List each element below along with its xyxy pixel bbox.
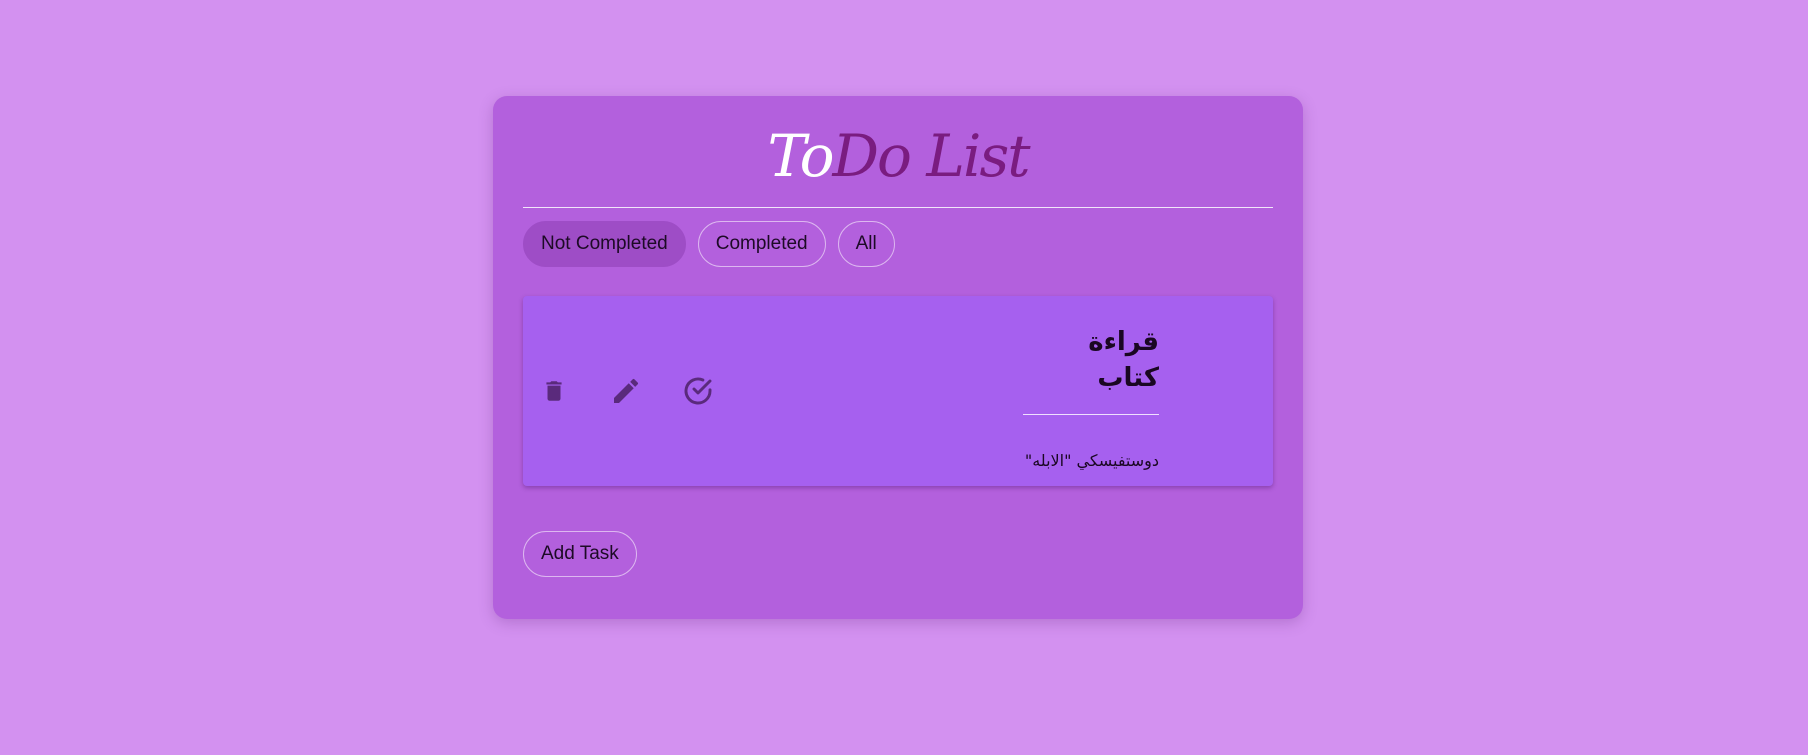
- add-task-row: Add Task: [523, 531, 1273, 577]
- filter-not-completed[interactable]: Not Completed: [523, 221, 686, 267]
- filter-tabs: Not Completed Completed All: [523, 221, 1273, 267]
- edit-button[interactable]: [609, 374, 643, 408]
- delete-button[interactable]: [537, 374, 571, 408]
- add-task-button[interactable]: Add Task: [523, 531, 637, 577]
- app-title-part-b: Do List: [832, 122, 1031, 190]
- task-content: قراءة كتاب دوستفيسكي "الابله": [1023, 324, 1159, 470]
- task-divider: [1023, 414, 1159, 415]
- task-actions: [537, 296, 715, 486]
- trash-icon: [546, 381, 562, 401]
- filter-completed[interactable]: Completed: [697, 221, 826, 267]
- title-divider: [523, 207, 1273, 208]
- app-title: ToDo List: [523, 96, 1273, 192]
- complete-button[interactable]: [681, 374, 715, 408]
- pencil-icon: [614, 378, 639, 403]
- task-description: دوستفيسكي "الابله": [1024, 451, 1159, 470]
- app-title-part-a: To: [767, 122, 834, 190]
- task-title: قراءة كتاب: [1088, 327, 1159, 393]
- task-card: قراءة كتاب دوستفيسكي "الابله": [523, 296, 1273, 486]
- check-circle-icon: [684, 377, 712, 405]
- filter-all[interactable]: All: [837, 221, 895, 267]
- todo-card: ToDo List Not Completed Completed All قر…: [493, 96, 1303, 619]
